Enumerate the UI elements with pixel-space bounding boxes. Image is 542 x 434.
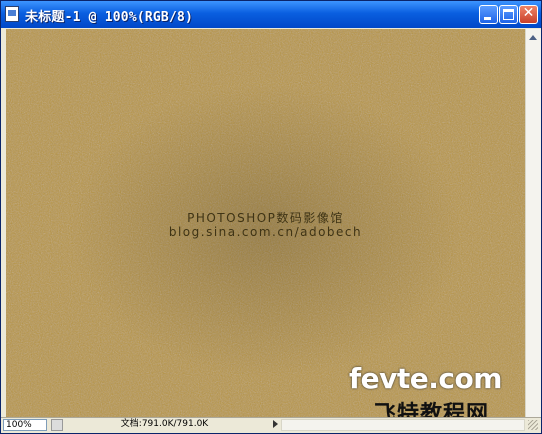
- document-icon: [5, 6, 19, 22]
- minimize-button[interactable]: [479, 5, 498, 24]
- window-title: 未标题-1 @ 100%(RGB/8): [25, 10, 194, 25]
- minimize-icon: [484, 17, 491, 20]
- vertical-scrollbar[interactable]: [525, 29, 541, 417]
- watermark-title: PHOTOSHOP数码影像馆: [187, 211, 344, 225]
- close-button[interactable]: ✕: [519, 5, 538, 24]
- resize-grip-icon[interactable]: [528, 420, 538, 430]
- scroll-up-icon[interactable]: [529, 35, 537, 40]
- document-window: 未标题-1 @ 100%(RGB/8) ✕ PHOTOSHOP数码影像馆 blo…: [0, 0, 542, 434]
- status-menu-arrow-icon[interactable]: [273, 420, 278, 428]
- status-info-icon[interactable]: [51, 419, 63, 431]
- maximize-icon: [503, 9, 514, 20]
- horizontal-scrollbar[interactable]: [281, 419, 525, 431]
- title-bar[interactable]: 未标题-1 @ 100%(RGB/8) ✕: [1, 1, 541, 28]
- close-icon: ✕: [522, 5, 535, 21]
- status-bar: 100% 文档:791.0K/791.0K: [1, 417, 541, 433]
- site-logo-chinese: 飞特教程网: [374, 402, 490, 417]
- document-size-info: 文档:791.0K/791.0K: [120, 419, 209, 429]
- zoom-level-field[interactable]: 100%: [3, 419, 47, 431]
- image-canvas[interactable]: PHOTOSHOP数码影像馆 blog.sina.com.cn/adobech …: [6, 29, 525, 417]
- maximize-button[interactable]: [499, 5, 518, 24]
- watermark-url: blog.sina.com.cn/adobech: [168, 225, 363, 239]
- site-logo: fevte.com: [349, 362, 502, 395]
